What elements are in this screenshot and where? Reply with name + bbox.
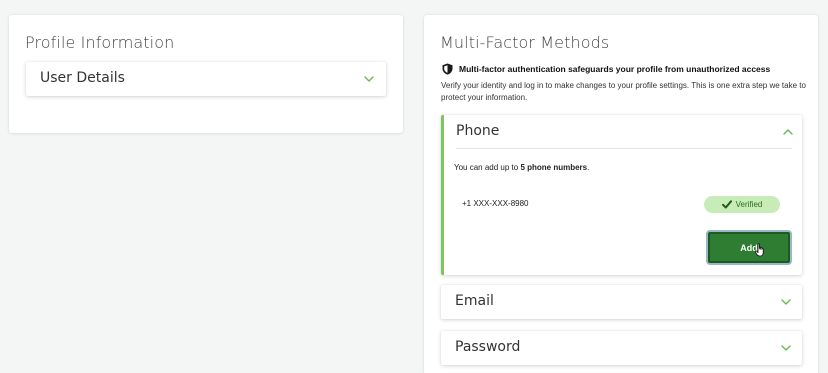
- password-accordion[interactable]: Password: [441, 331, 802, 365]
- user-details-label: User Details: [40, 70, 125, 86]
- email-label: Email: [455, 293, 494, 309]
- mfa-info-heading: Multi-factor authentication safeguards y…: [442, 63, 770, 75]
- verified-label: Verified: [735, 200, 763, 209]
- phone-divider: [456, 148, 792, 149]
- user-details-accordion[interactable]: User Details: [26, 62, 386, 96]
- phone-label: Phone: [456, 123, 500, 139]
- chevron-down-icon: [363, 73, 375, 85]
- email-accordion[interactable]: Email: [441, 285, 802, 319]
- multi-factor-methods-card: Multi-Factor Methods Multi-factor authen…: [424, 15, 818, 373]
- multi-factor-methods-title: Multi-Factor Methods: [440, 33, 610, 52]
- hand-cursor-icon: [754, 243, 766, 257]
- phone-accordion[interactable]: Phone You can add up to 5 phone numbers.…: [441, 115, 802, 275]
- check-icon: [721, 200, 732, 209]
- chevron-up-icon[interactable]: [782, 126, 794, 138]
- phone-number: +1 XXX-XXX-8980: [462, 199, 529, 208]
- mfa-description: Verify your identity and log in to make …: [441, 81, 806, 102]
- profile-information-title: Profile Information: [25, 33, 175, 52]
- mfa-info-heading-text: Multi-factor authentication safeguards y…: [459, 64, 771, 74]
- verified-badge: Verified: [704, 196, 780, 213]
- profile-information-card: Profile Information User Details: [9, 15, 403, 133]
- phone-limit-text: You can add up to 5 phone numbers.: [454, 163, 590, 172]
- add-phone-button[interactable]: Add: [708, 232, 790, 263]
- shield-icon: [442, 63, 453, 75]
- chevron-down-icon: [780, 342, 792, 354]
- chevron-down-icon: [780, 296, 792, 308]
- password-label: Password: [455, 339, 521, 355]
